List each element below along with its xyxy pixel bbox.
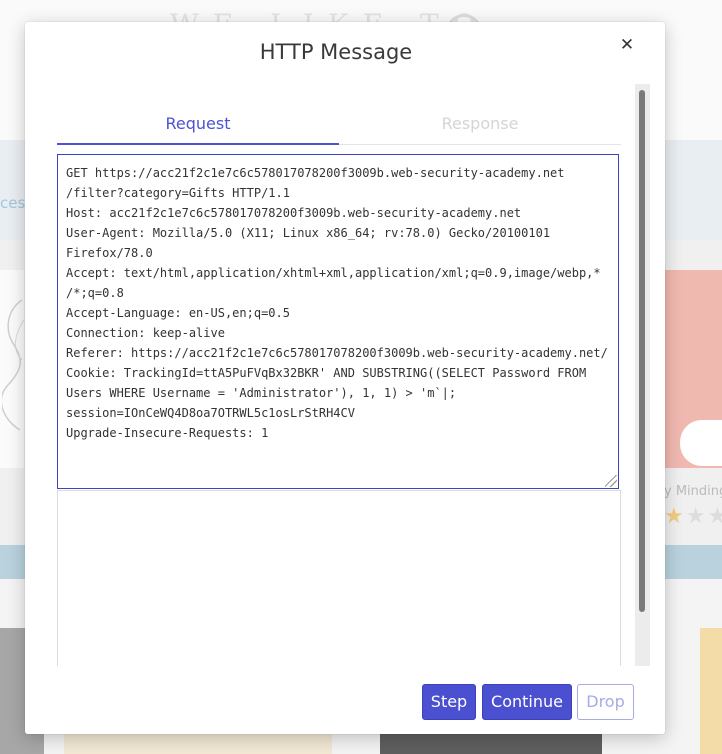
background-product-image (2, 299, 24, 431)
dialog-title: HTTP Message (259, 40, 413, 64)
request-line: Users WHERE Username = 'Administrator'),… (66, 386, 457, 400)
request-line: Referer: https://acc21f2c1e7c6c578017078… (66, 346, 608, 360)
request-editor[interactable]: GET https://acc21f2c1e7c6c578017078200f3… (57, 154, 619, 489)
request-line: Accept-Language: en-US,en;q=0.5 (66, 306, 290, 320)
request-line: GET https://acc21f2c1e7c6c578017078200f3… (66, 166, 565, 180)
background-product-shape (680, 420, 722, 466)
request-line: /*;q=0.8 (66, 286, 124, 300)
tab-request[interactable]: Request (57, 106, 339, 145)
request-line: Host: acc21f2c1e7c6c578017078200f3009b.w… (66, 206, 522, 220)
response-editor[interactable] (57, 490, 621, 666)
dialog-footer: Step Continue Drop (25, 666, 665, 734)
scrollbar-thumb[interactable] (639, 90, 645, 612)
continue-button[interactable]: Continue (482, 684, 572, 720)
request-line: Upgrade-Insecure-Requests: 1 (66, 426, 269, 440)
http-message-dialog: HTTP Message ✕ Request Response GET http… (25, 22, 665, 734)
star-empty-icon: ★★ (685, 504, 722, 529)
request-line: session=IOnCeWQ4D8oa7OTRWL5c1osLrStRH4CV (66, 406, 355, 420)
message-tabs: Request Response (57, 106, 621, 145)
request-line: /filter?category=Gifts HTTP/1.1 (66, 186, 290, 200)
request-line: User-Agent: Mozilla/5.0 (X11; Linux x86_… (66, 226, 551, 240)
background-product-image (700, 628, 722, 754)
step-button[interactable]: Step (422, 684, 476, 720)
background-rating: ★★★ (664, 504, 722, 529)
dialog-body: Request Response GET https://acc21f2c1e7… (25, 84, 650, 666)
close-icon[interactable]: ✕ (617, 35, 637, 55)
request-line: Accept: text/html,application/xhtml+xml,… (66, 266, 601, 280)
drop-button[interactable]: Drop (577, 684, 634, 720)
star-filled-icon: ★ (664, 504, 686, 529)
background-product-name: y Minding (664, 484, 722, 499)
request-line: Cookie: TrackingId=ttA5PuFVqBx32BKR' AND… (66, 366, 587, 380)
request-line: Firefox/78.0 (66, 246, 153, 260)
request-line: Connection: keep-alive (66, 326, 225, 340)
resize-handle[interactable] (605, 475, 617, 487)
request-text[interactable]: GET https://acc21f2c1e7c6c578017078200f3… (66, 163, 614, 443)
dialog-scrollbar[interactable] (635, 84, 650, 666)
tab-response[interactable]: Response (339, 106, 621, 143)
